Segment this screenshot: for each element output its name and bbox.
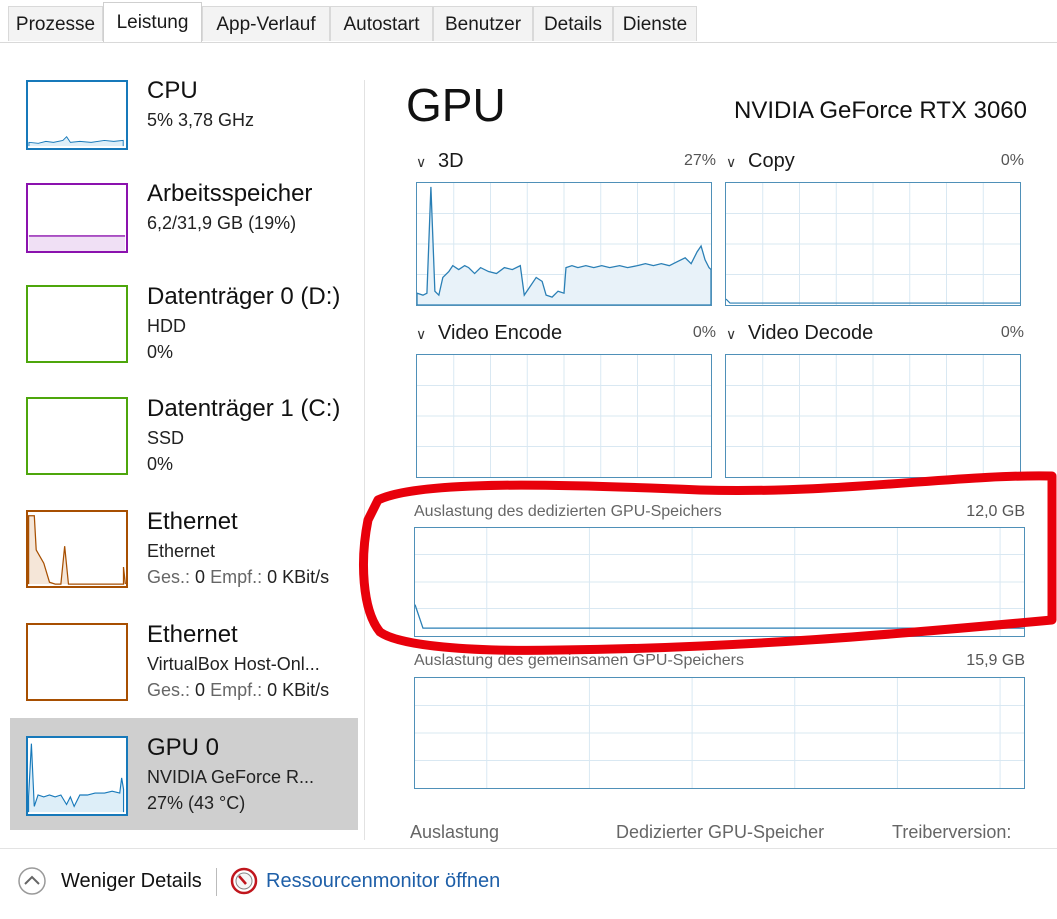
shared-memory-label: Auslastung des gemeinsamen GPU-Speichers xyxy=(414,652,744,669)
gpu-model-name: NVIDIA GeForce RTX 3060 xyxy=(733,97,1027,124)
memory-thumbnail-graph xyxy=(26,183,128,253)
tab-users[interactable]: Benutzer xyxy=(433,6,533,41)
sidebar: CPU 5% 3,78 GHz Arbeitsspeicher 6,2/31,9… xyxy=(0,43,365,843)
sidebar-item-detail: 27% (43 °C) xyxy=(147,793,246,813)
dedicated-memory-total: 12,0 GB xyxy=(966,503,1025,520)
page-title: GPU xyxy=(406,79,506,131)
chevron-down-icon: ∨ xyxy=(416,326,427,342)
tab-services[interactable]: Dienste xyxy=(613,6,697,41)
graph-percent: 0% xyxy=(692,324,716,341)
sidebar-item-title: Ethernet xyxy=(147,621,238,648)
sidebar-item-detail: VirtualBox Host-Onl... xyxy=(147,654,320,674)
graph-selector-3d[interactable]: ∨ 3D xyxy=(416,150,464,173)
sidebar-item-disk-1[interactable]: Datenträger 1 (C:) SSD 0% xyxy=(10,391,358,503)
stat-driver-version-label: Treiberversion: xyxy=(892,822,1012,842)
sidebar-item-memory[interactable]: Arbeitsspeicher 6,2/31,9 GB (19%) xyxy=(10,176,358,288)
open-resource-monitor-link[interactable]: Ressourcenmonitor öffnen xyxy=(266,870,500,893)
stat-dedicated-memory-label: Dedizierter GPU-Speicher xyxy=(616,822,825,842)
sidebar-item-cpu[interactable]: CPU 5% 3,78 GHz xyxy=(10,71,358,183)
sidebar-item-title: Ethernet xyxy=(147,508,238,535)
graph-copy xyxy=(725,182,1021,306)
stat-utilization-label: Auslastung xyxy=(410,822,500,842)
graph-selector-copy[interactable]: ∨ Copy xyxy=(726,150,795,173)
graph-shared-memory xyxy=(414,677,1025,789)
ethernet-virtualbox-thumbnail-graph xyxy=(26,623,128,701)
sidebar-item-ethernet-virtualbox[interactable]: Ethernet VirtualBox Host-Onl... Ges.: 0 … xyxy=(10,617,358,729)
sidebar-item-title: CPU xyxy=(147,77,198,104)
gpu-thumbnail-graph xyxy=(26,736,128,816)
sidebar-item-disk-0[interactable]: Datenträger 0 (D:) HDD 0% xyxy=(10,279,358,391)
fewer-details-button[interactable]: Weniger Details xyxy=(61,870,202,893)
graph-percent: 27% xyxy=(683,152,716,169)
sidebar-item-detail: SSD xyxy=(147,428,185,448)
chevron-up-circle-icon[interactable] xyxy=(17,866,47,896)
chevron-down-icon: ∨ xyxy=(416,154,427,170)
sidebar-item-detail: 0% xyxy=(147,454,174,474)
sidebar-item-gpu-0[interactable]: GPU 0 NVIDIA GeForce R... 27% (43 °C) xyxy=(10,718,358,830)
resource-monitor-icon xyxy=(230,867,258,895)
disk-0-thumbnail-graph xyxy=(26,285,128,363)
graph-percent: 0% xyxy=(1000,152,1024,169)
sidebar-item-detail: HDD xyxy=(147,316,186,336)
dedicated-memory-label: Auslastung des dedizierten GPU-Speichers xyxy=(414,503,722,520)
ethernet-thumbnail-graph xyxy=(26,510,128,588)
sidebar-item-detail: 5% 3,78 GHz xyxy=(147,110,255,130)
sidebar-item-title: Datenträger 0 (D:) xyxy=(147,283,341,310)
disk-1-thumbnail-graph xyxy=(26,397,128,475)
sidebar-divider xyxy=(364,80,365,840)
tab-processes[interactable]: Prozesse xyxy=(8,6,103,41)
tab-details[interactable]: Details xyxy=(533,6,613,41)
graph-video-encode xyxy=(416,354,712,478)
graph-video-decode xyxy=(725,354,1021,478)
graph-selector-video-encode[interactable]: ∨ Video Encode xyxy=(416,322,562,345)
cpu-thumbnail-graph xyxy=(26,80,128,150)
tab-bar: Prozesse Leistung App-Verlauf Autostart … xyxy=(0,0,1057,43)
sidebar-item-detail: 6,2/31,9 GB (19%) xyxy=(147,213,297,233)
tab-app-history[interactable]: App-Verlauf xyxy=(202,6,330,41)
sidebar-item-title: Arbeitsspeicher xyxy=(147,180,313,207)
sidebar-item-throughput: Ges.: 0 Empf.: 0 KBit/s xyxy=(147,680,330,700)
sidebar-item-title: GPU 0 xyxy=(147,734,220,761)
sidebar-item-detail: Ethernet xyxy=(147,541,216,561)
sidebar-item-detail: NVIDIA GeForce R... xyxy=(147,767,315,787)
sidebar-item-ethernet[interactable]: Ethernet Ethernet Ges.: 0 Empf.: 0 KBit/… xyxy=(10,504,358,616)
footer-divider xyxy=(216,868,217,896)
graph-percent: 0% xyxy=(1000,324,1024,341)
shared-memory-total: 15,9 GB xyxy=(966,652,1025,669)
sidebar-item-title: Datenträger 1 (C:) xyxy=(147,395,341,422)
sidebar-item-throughput: Ges.: 0 Empf.: 0 KBit/s xyxy=(147,567,330,587)
graph-3d xyxy=(416,182,712,306)
tab-startup[interactable]: Autostart xyxy=(330,6,433,41)
sidebar-item-detail: 0% xyxy=(147,342,174,362)
chevron-down-icon: ∨ xyxy=(726,326,737,342)
tab-performance[interactable]: Leistung xyxy=(103,2,202,42)
graph-selector-video-decode[interactable]: ∨ Video Decode xyxy=(726,322,873,345)
chevron-down-icon: ∨ xyxy=(726,154,737,170)
graph-dedicated-memory xyxy=(414,527,1025,637)
